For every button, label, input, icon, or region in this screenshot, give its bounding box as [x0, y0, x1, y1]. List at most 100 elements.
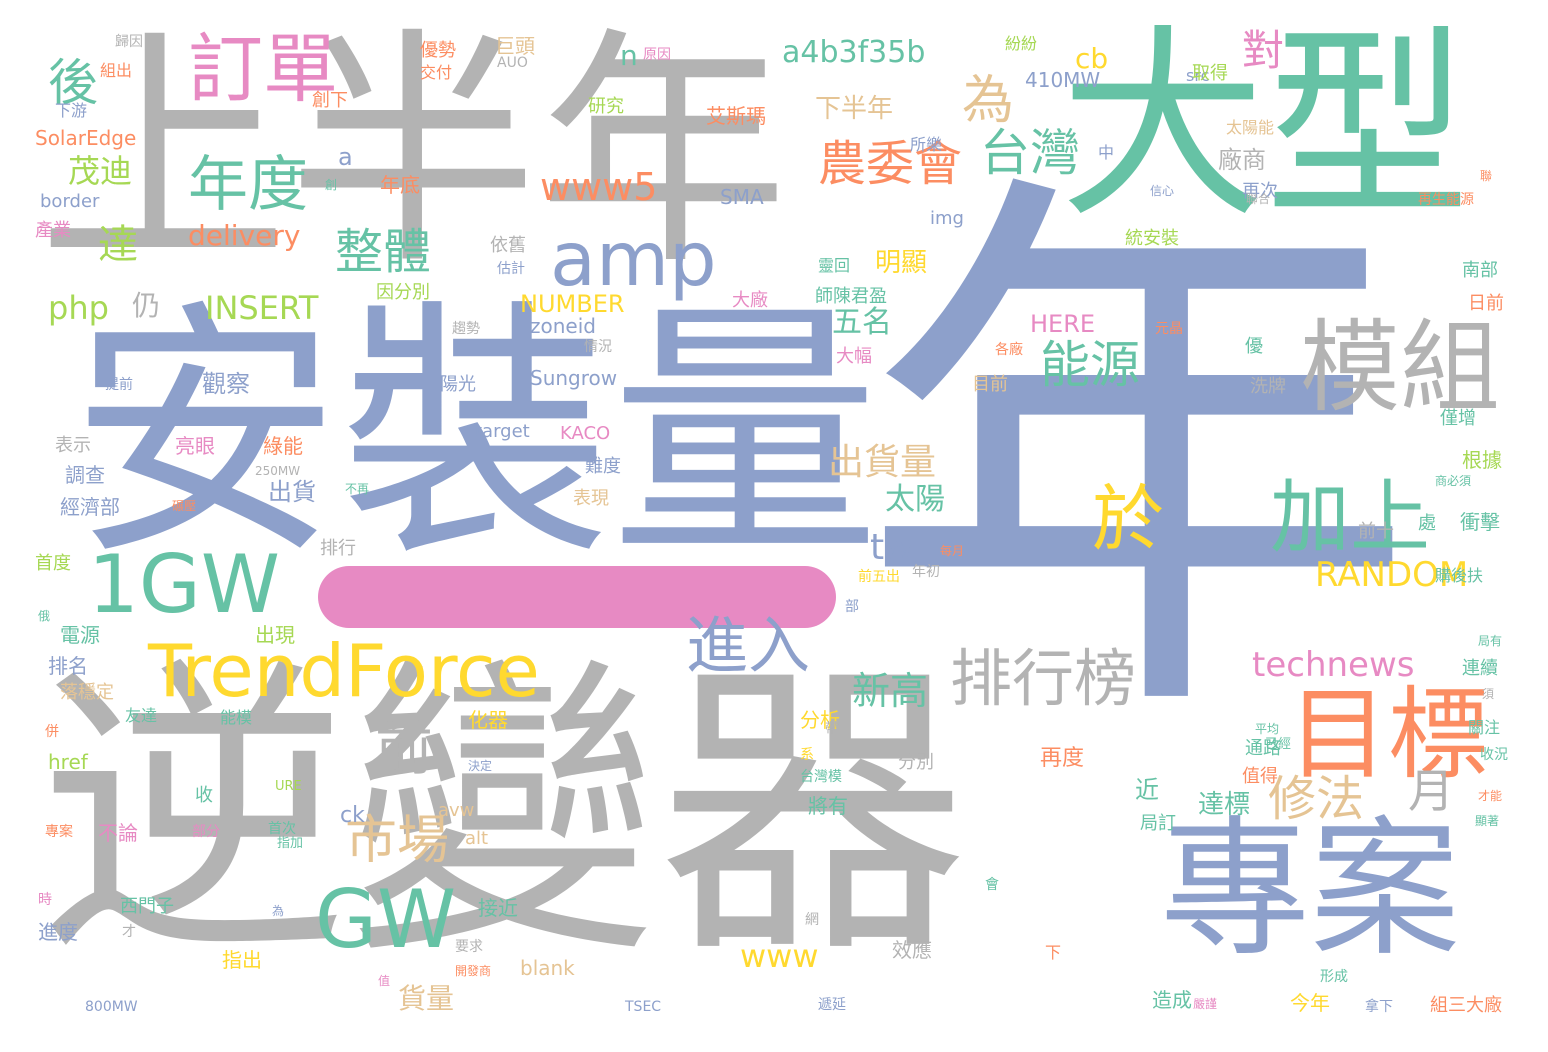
cloud-word: 已經: [1265, 737, 1292, 752]
cloud-word: 要求: [455, 939, 483, 955]
cloud-word: 日前: [1468, 293, 1504, 314]
cloud-word: 購後扶: [1435, 566, 1484, 585]
cloud-word: zoneid: [530, 314, 596, 338]
cloud-word: 嚴謹: [1193, 997, 1218, 1011]
cloud-word: 再生能源: [1418, 192, 1474, 208]
cloud-word: 下半年: [815, 94, 894, 124]
cloud-word: 不再: [345, 482, 370, 496]
cloud-word: 取得: [1192, 63, 1228, 84]
cloud-word: 800MW: [85, 999, 138, 1015]
cloud-word: 調查: [65, 463, 105, 487]
cloud-word: 提前: [105, 377, 133, 393]
cloud-word: 每月: [940, 544, 965, 558]
cloud-word: GW: [315, 873, 457, 966]
cloud-word: 接近: [478, 896, 518, 920]
cloud-word: 台灣: [980, 124, 1080, 182]
cloud-word: 表示: [55, 435, 91, 456]
cloud-word: 遞延: [818, 997, 846, 1013]
cloud-word: 難度: [585, 456, 621, 477]
cloud-word: 新高: [852, 669, 929, 713]
cloud-word: 南部: [1462, 260, 1498, 281]
cloud-word: 專案: [45, 824, 73, 840]
cloud-word: 為: [962, 71, 1015, 131]
cloud-word: 連續: [1462, 658, 1498, 679]
cloud-word: KACO: [560, 423, 611, 444]
cloud-word: 不論: [98, 821, 138, 845]
cloud-word: 年度: [188, 150, 308, 220]
cloud-word: 於: [1092, 477, 1165, 561]
cloud-word: img: [930, 208, 964, 229]
cloud-word: 處: [1418, 513, 1436, 534]
cloud-word: 首次: [268, 821, 296, 837]
cloud-word: 值: [378, 974, 391, 988]
cloud-word: 時: [38, 892, 52, 908]
cloud-word: 為: [272, 904, 285, 918]
cloud-word: HERE: [1030, 310, 1096, 338]
cloud-word: tw: [870, 527, 914, 568]
cloud-word: 各廠: [995, 342, 1023, 358]
cloud-word: a: [338, 143, 353, 171]
cloud-word: 年底: [380, 173, 420, 197]
cloud-word: 410MW: [1025, 68, 1101, 92]
cloud-word: 貨量: [398, 982, 455, 1015]
cloud-word: INSERT: [205, 289, 319, 327]
cloud-word: www: [740, 937, 819, 975]
word-cloud: 年逆變器 安裝量 上半年 大型 專案 目標 模組 訂單 1GW TrendForce amp 加上於年…: [0, 0, 1548, 1052]
cloud-word: 前五出: [858, 569, 900, 585]
cloud-word: 目前: [972, 374, 1008, 395]
cloud-word: 因分別: [376, 282, 430, 303]
cloud-word: 大廠: [732, 290, 768, 311]
cloud-word: 月: [1408, 764, 1454, 818]
cloud-word: 指加: [277, 836, 304, 851]
cloud-word: 根據: [1462, 448, 1502, 472]
cloud-word: 才能: [1478, 789, 1503, 803]
cloud-word: 首度: [35, 553, 71, 574]
cloud-word: SolarEdge: [35, 126, 137, 150]
cloud-word: ck: [340, 803, 365, 828]
cloud-word: 友達: [125, 706, 158, 725]
cloud-word: 創下: [312, 90, 348, 111]
cloud-word: 系: [800, 747, 814, 763]
cloud-word: 能源: [1040, 336, 1140, 394]
cloud-word: AUO: [497, 55, 528, 71]
cloud-word: 明顯: [875, 248, 928, 278]
cloud-word: 西門子: [120, 896, 174, 917]
cloud-word: 亮眼: [175, 434, 215, 458]
cloud-word: 落穩定: [60, 682, 114, 703]
cloud-word: 陽光: [440, 374, 476, 395]
cloud-word: 帶: [825, 721, 839, 737]
cloud-word: border: [40, 191, 100, 212]
cloud-word: href: [48, 750, 88, 774]
cloud-word: 收況: [1480, 747, 1508, 763]
cloud-word: 表現: [573, 488, 609, 509]
cloud-word: 優勢: [420, 40, 456, 61]
cloud-word: 趨勢: [452, 321, 480, 337]
cloud-word: 值得: [1242, 766, 1278, 787]
cloud-word: www5: [540, 165, 658, 209]
cloud-word: 仍: [132, 289, 161, 322]
cloud-word: 形成: [1320, 969, 1348, 985]
cloud-word: 250MW: [255, 464, 301, 478]
cloud-word: 下: [1045, 943, 1062, 962]
cloud-word: 模組: [1300, 309, 1500, 426]
cloud-word: 專案: [1160, 803, 1461, 977]
cloud-word: NUMBER: [520, 290, 625, 318]
cloud-word: 1GW: [88, 538, 280, 631]
cloud-word: 台灣模: [800, 769, 842, 785]
cloud-word: 拿下: [1365, 999, 1393, 1015]
cloud-word: 洗牌: [1250, 376, 1286, 397]
cloud-word: 觀察: [202, 370, 250, 398]
cloud-word: 顯著: [1475, 814, 1500, 828]
cloud-word: 估計: [497, 261, 525, 277]
cloud-word: 中: [1098, 143, 1115, 162]
cloud-word: 大幅: [836, 346, 872, 367]
cloud-word: 效應: [892, 938, 932, 962]
cloud-word: 聯: [1480, 169, 1493, 183]
cloud-word: 局訂: [1140, 813, 1176, 834]
cloud-word: 綠能: [263, 434, 303, 458]
cloud-word: TSEC: [625, 999, 662, 1015]
cloud-word: a4b3f35b: [782, 35, 926, 70]
cloud-word: 達標: [1198, 790, 1251, 820]
cloud-word: 聯合: [1246, 192, 1271, 206]
cloud-word: 年初: [912, 564, 940, 580]
